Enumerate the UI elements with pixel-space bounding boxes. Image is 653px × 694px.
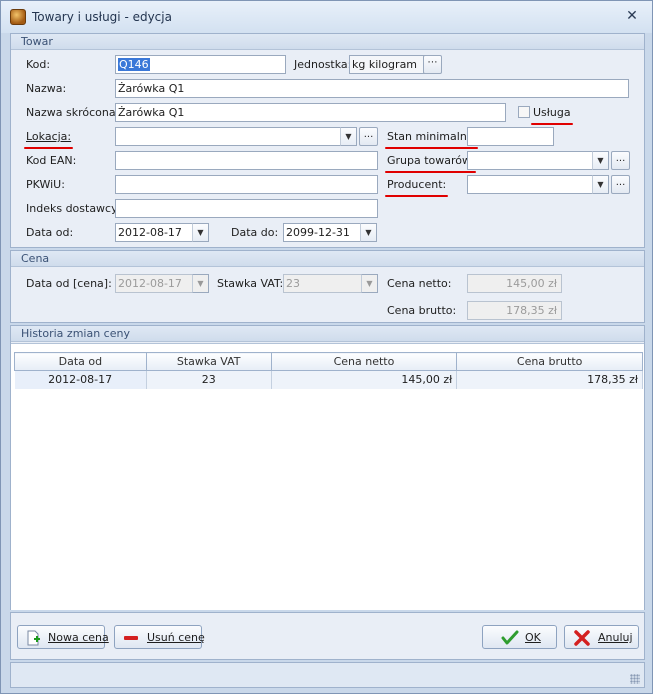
historia-section-title: Historia zmian ceny	[11, 326, 644, 342]
kod-ean-label: Kod EAN:	[26, 154, 77, 167]
data-do-dropdown[interactable]: ▼	[360, 223, 377, 242]
data-do-input[interactable]: 2099-12-31	[283, 223, 361, 242]
kod-input[interactable]: Q146	[115, 55, 286, 74]
resize-grip-icon[interactable]	[630, 674, 640, 684]
ok-label: OK	[525, 631, 541, 644]
historia-section: Historia zmian ceny Data od Stawka VAT C…	[10, 325, 645, 610]
column-header-cena-netto[interactable]: Cena netto	[270, 352, 458, 371]
towar-section: Towar Kod: Q146 Jednostka: kg kilogram ⋯…	[10, 33, 645, 248]
stawka-vat-label: Stawka VAT:	[217, 277, 284, 290]
nazwa-skrocona-input[interactable]: Żarówka Q1	[115, 103, 506, 122]
cena-brutto-label: Cena brutto:	[387, 304, 457, 317]
cell-data-od: 2012-08-17	[14, 370, 147, 389]
title-bar: Towary i usługi - edycja ✕	[1, 1, 652, 33]
kod-value: Q146	[118, 58, 150, 71]
indeks-dostawcy-input[interactable]	[115, 199, 378, 218]
column-header-stawka-vat[interactable]: Stawka VAT	[145, 352, 272, 371]
nazwa-label: Nazwa:	[26, 82, 67, 95]
usluga-label[interactable]: Usługa	[531, 106, 573, 125]
towar-section-title: Towar	[11, 34, 644, 50]
stawka-vat-input: 23	[283, 274, 362, 293]
column-header-data-od[interactable]: Data od	[14, 352, 147, 371]
checkmark-icon	[501, 630, 519, 645]
nowa-cena-button[interactable]: Nowa cena	[17, 625, 109, 649]
cell-stawka-vat: 23	[146, 370, 272, 389]
cena-netto-label: Cena netto:	[387, 277, 452, 290]
usluga-checkbox[interactable]	[518, 106, 530, 118]
add-page-icon	[27, 630, 40, 646]
cena-brutto-input: 178,35 zł	[467, 301, 562, 320]
table-row[interactable]: 2012-08-17 23 145,00 zł 178,35 zł	[14, 370, 643, 389]
usun-cene-label: Usuń cenę	[147, 631, 205, 644]
stawka-vat-dropdown: ▼	[361, 274, 378, 293]
column-header-cena-brutto[interactable]: Cena brutto	[456, 352, 643, 371]
jednostka-field: kg kilogram	[349, 55, 425, 74]
cell-cena-brutto: 178,35 zł	[456, 370, 643, 389]
status-bar	[10, 662, 645, 688]
grupa-towarow-browse-button[interactable]: ...	[611, 151, 630, 170]
cena-section: Cena Data od [cena]: 2012-08-17 ▼ Stawka…	[10, 250, 645, 323]
cancel-x-icon	[574, 630, 590, 646]
cell-cena-netto: 145,00 zł	[271, 370, 458, 389]
producent-dropdown[interactable]: ▼	[592, 175, 609, 194]
data-od-label: Data od:	[26, 226, 74, 239]
producent-input[interactable]	[467, 175, 593, 194]
data-od-cena-dropdown: ▼	[192, 274, 209, 293]
price-history-table: Data od Stawka VAT Cena netto Cena brutt…	[14, 352, 643, 389]
minus-icon	[124, 636, 138, 640]
data-od-cena-label: Data od [cena]:	[26, 277, 112, 290]
close-icon[interactable]: ✕	[625, 9, 639, 23]
cena-netto-input: 145,00 zł	[467, 274, 562, 293]
jednostka-browse-button[interactable]: ⋯	[423, 55, 442, 74]
lokacja-label: Lokacja:	[23, 130, 74, 149]
data-do-label: Data do:	[231, 226, 279, 239]
button-bar: Nowa cena Usuń cenę OK Anuluj	[10, 612, 645, 660]
pkwiu-label: PKWiU:	[26, 178, 65, 191]
stan-minimalny-input[interactable]	[467, 127, 554, 146]
nazwa-skrocona-label: Nazwa skrócona:	[26, 106, 120, 119]
grupa-towarow-dropdown[interactable]: ▼	[592, 151, 609, 170]
grupa-towarow-input[interactable]	[467, 151, 593, 170]
jednostka-label: Jednostka:	[294, 58, 352, 71]
data-od-cena-input: 2012-08-17	[115, 274, 193, 293]
stan-minimalny-label: Stan minimalny:	[384, 130, 479, 149]
anuluj-button[interactable]: Anuluj	[564, 625, 639, 649]
anuluj-label: Anuluj	[598, 631, 633, 644]
cena-section-title: Cena	[11, 251, 644, 267]
edit-window: Towary i usługi - edycja ✕ Towar Kod: Q1…	[0, 0, 653, 694]
data-od-input[interactable]: 2012-08-17	[115, 223, 193, 242]
nowa-cena-label: Nowa cena	[48, 631, 109, 644]
lokacja-browse-button[interactable]: ...	[359, 127, 378, 146]
kod-ean-input[interactable]	[115, 151, 378, 170]
grupa-towarow-label: Grupa towarów:	[384, 154, 477, 173]
producent-label: Producent:	[384, 178, 449, 197]
kod-label: Kod:	[26, 58, 51, 71]
ok-button[interactable]: OK	[482, 625, 557, 649]
producent-browse-button[interactable]: ...	[611, 175, 630, 194]
pkwiu-input[interactable]	[115, 175, 378, 194]
indeks-dostawcy-label: Indeks dostawcy:	[26, 202, 121, 215]
app-icon	[10, 9, 26, 25]
lokacja-dropdown[interactable]: ▼	[340, 127, 357, 146]
data-od-dropdown[interactable]: ▼	[192, 223, 209, 242]
usun-cene-button[interactable]: Usuń cenę	[114, 625, 205, 649]
window-title: Towary i usługi - edycja	[32, 10, 172, 24]
nazwa-input[interactable]: Żarówka Q1	[115, 79, 629, 98]
lokacja-input[interactable]	[115, 127, 341, 146]
